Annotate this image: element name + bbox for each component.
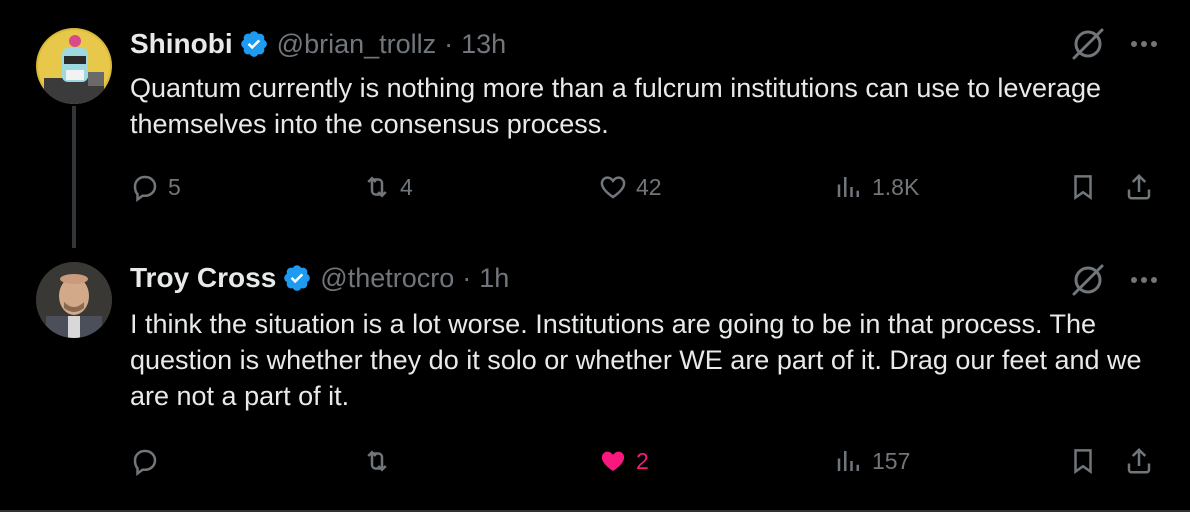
- avatar-image: [36, 28, 112, 104]
- share-icon: [1127, 447, 1151, 474]
- author-name[interactable]: Shinobi: [130, 28, 233, 60]
- reply-count: 5: [168, 173, 181, 200]
- retweet-icon: [367, 450, 387, 472]
- tweet-top-right: [1070, 26, 1160, 62]
- verified-badge-icon: [240, 31, 267, 57]
- avatar-image: [36, 262, 112, 338]
- retweet-count: 4: [400, 173, 413, 200]
- share-button[interactable]: [1124, 446, 1154, 476]
- tweet-header: Troy Cross @thetrocro · 1h: [130, 258, 509, 298]
- reply-icon: [133, 175, 157, 202]
- retweet-button[interactable]: [362, 446, 400, 476]
- grok-icon[interactable]: [1070, 26, 1106, 62]
- verified-badge-icon: [284, 265, 311, 291]
- share-icon: [1127, 173, 1151, 200]
- views-icon: [837, 177, 859, 197]
- like-count: 2: [636, 447, 649, 474]
- tweet-actions: 5 4 42 1.8K: [130, 172, 1170, 212]
- timestamp[interactable]: 13h: [461, 29, 506, 60]
- author-handle[interactable]: @thetrocro: [320, 263, 454, 294]
- tweet-actions: 2 157: [130, 446, 1170, 486]
- reply-button[interactable]: 5: [130, 172, 181, 202]
- author-handle[interactable]: @brian_trollz: [277, 29, 436, 60]
- avatar[interactable]: [36, 262, 112, 338]
- tweet-text: I think the situation is a lot worse. In…: [130, 309, 1142, 411]
- bookmark-button[interactable]: [1068, 172, 1098, 202]
- tweet-top-right: [1070, 262, 1160, 298]
- retweet-button[interactable]: 4: [362, 172, 413, 202]
- share-button[interactable]: [1124, 172, 1154, 202]
- views-count: 1.8K: [872, 173, 920, 200]
- bookmark-button[interactable]: [1068, 446, 1098, 476]
- like-icon: [601, 451, 625, 471]
- thread-line: [72, 106, 76, 248]
- author-name[interactable]: Troy Cross: [130, 262, 276, 294]
- tweet-header: Shinobi @brian_trollz · 13h: [130, 24, 506, 64]
- like-icon: [600, 176, 626, 199]
- retweet-icon: [367, 176, 387, 198]
- separator-dot: ·: [444, 28, 454, 59]
- bookmark-icon: [1074, 175, 1092, 201]
- tweet-1[interactable]: Shinobi @brian_trollz · 13h Quantum curr…: [0, 0, 1190, 250]
- timestamp[interactable]: 1h: [479, 263, 509, 294]
- like-button[interactable]: 2: [598, 446, 649, 476]
- views-button[interactable]: 157: [834, 446, 910, 476]
- bookmark-icon: [1074, 449, 1092, 475]
- like-count: 42: [636, 173, 662, 200]
- more-icon[interactable]: [1128, 28, 1160, 60]
- separator-dot: ·: [462, 262, 472, 293]
- views-count: 157: [872, 447, 911, 474]
- tweet-text: Quantum currently is nothing more than a…: [130, 73, 1101, 139]
- views-icon: [837, 451, 859, 471]
- more-icon[interactable]: [1128, 264, 1160, 296]
- avatar[interactable]: [36, 28, 112, 104]
- tweet-2[interactable]: Troy Cross @thetrocro · 1h I think the s…: [0, 250, 1190, 512]
- reply-button[interactable]: [130, 446, 168, 476]
- views-button[interactable]: 1.8K: [834, 172, 919, 202]
- grok-icon[interactable]: [1070, 262, 1106, 298]
- reply-icon: [133, 449, 157, 476]
- like-button[interactable]: 42: [598, 172, 662, 202]
